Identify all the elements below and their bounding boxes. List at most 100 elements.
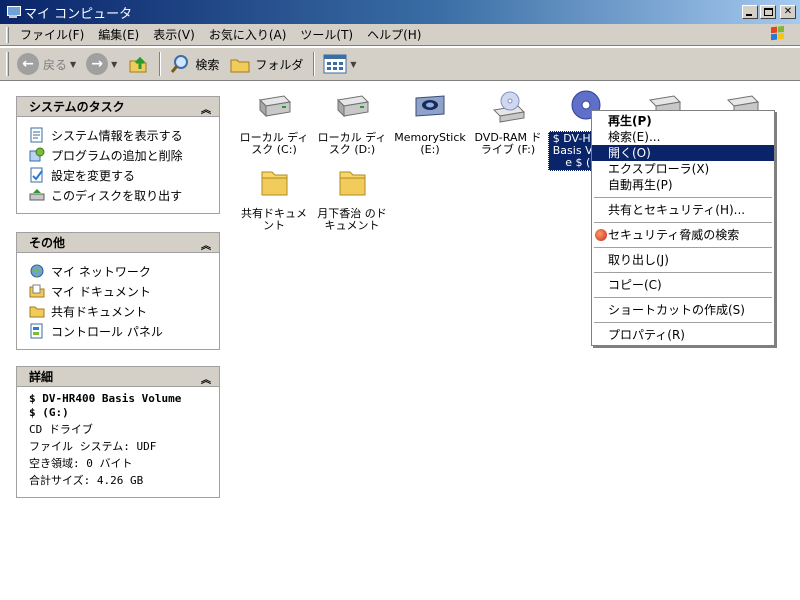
menu-separator bbox=[594, 222, 772, 223]
place-label: マイ ネットワーク bbox=[51, 264, 151, 279]
back-dropdown-icon[interactable]: ▼ bbox=[70, 60, 76, 69]
drive-label: DVD-RAM ドライブ (F:) bbox=[474, 131, 542, 156]
toolbar-grip[interactable] bbox=[6, 52, 9, 76]
add-remove-programs-icon bbox=[29, 147, 45, 162]
close-button[interactable]: ✕ bbox=[780, 5, 796, 19]
maximize-button[interactable] bbox=[760, 5, 776, 19]
menu-separator bbox=[594, 322, 772, 323]
standard-toolbar: ← 戻る ▼ → ▼ 検索 フォルダ ▼ bbox=[0, 47, 800, 81]
device-type: CD ドライブ bbox=[29, 423, 93, 436]
windows-logo-icon bbox=[771, 25, 784, 41]
change-settings-icon bbox=[30, 167, 43, 183]
menu-item-eject[interactable]: 取り出し(J) bbox=[592, 252, 774, 268]
menu-item-play[interactable]: 再生(P) bbox=[592, 113, 774, 129]
back-label: 戻る bbox=[43, 57, 68, 72]
device-name-line2: $ (G:) bbox=[29, 406, 69, 419]
total-size: 合計サイズ: 4.26 GB bbox=[29, 474, 144, 487]
menu-edit[interactable]: 編集(E) bbox=[91, 24, 146, 45]
window-title: マイ コンピュータ bbox=[24, 6, 133, 22]
menu-item-label: セキュリティ脅威の検索 bbox=[608, 228, 740, 242]
toolbar-separator bbox=[159, 52, 162, 76]
task-view-system-info[interactable]: システム情報を表示する bbox=[29, 125, 211, 145]
folder-label: 月下香治 のドキュメント bbox=[317, 207, 387, 232]
place-control-panel[interactable]: コントロール パネル bbox=[29, 321, 211, 341]
folders-icon bbox=[230, 59, 250, 73]
task-add-remove-programs[interactable]: プログラムの追加と削除 bbox=[29, 145, 211, 165]
folders-button[interactable]: フォルダ bbox=[225, 51, 307, 77]
system-info-icon bbox=[30, 127, 43, 143]
folder-icon bbox=[339, 171, 366, 196]
collapse-chevron-icon[interactable]: ︽ bbox=[201, 101, 211, 116]
place-shared-documents[interactable]: 共有ドキュメント bbox=[29, 301, 211, 321]
menu-item-copy[interactable]: コピー(C) bbox=[592, 277, 774, 293]
folders-label: フォルダ bbox=[255, 57, 304, 72]
menubar-grip[interactable] bbox=[6, 26, 9, 43]
place-label: 共有ドキュメント bbox=[51, 304, 148, 319]
drive-label: ローカル ディスク (D:) bbox=[317, 131, 387, 156]
memory-stick-icon bbox=[415, 95, 445, 117]
menu-view[interactable]: 表示(V) bbox=[146, 24, 202, 45]
menu-item-open[interactable]: 開く(O) bbox=[592, 145, 774, 161]
menu-item-explore[interactable]: エクスプローラ(X) bbox=[592, 161, 774, 177]
collapse-chevron-icon[interactable]: ︽ bbox=[201, 237, 211, 252]
maximize-icon bbox=[764, 8, 773, 16]
title-bar[interactable]: マイ コンピュータ ✕ bbox=[0, 0, 800, 24]
details-header[interactable]: 詳細 ︽ bbox=[17, 367, 219, 387]
task-change-settings[interactable]: 設定を変更する bbox=[29, 165, 211, 185]
menu-separator bbox=[594, 297, 772, 298]
hard-disk-icon bbox=[258, 95, 292, 118]
drive-f[interactable]: DVD-RAM ドライブ (F:) bbox=[470, 90, 546, 157]
minimize-button[interactable] bbox=[742, 5, 758, 19]
file-system: ファイル システム: UDF bbox=[29, 440, 157, 453]
menu-item-create-shortcut[interactable]: ショートカットの作成(S) bbox=[592, 302, 774, 318]
folder-shared-documents[interactable]: 共有ドキュメント bbox=[236, 166, 312, 233]
forward-button[interactable]: → ▼ bbox=[82, 51, 121, 77]
search-button[interactable]: 検索 bbox=[165, 51, 223, 77]
dvd-drive-icon bbox=[492, 91, 526, 123]
menu-file[interactable]: ファイル(F) bbox=[13, 24, 91, 45]
menu-help[interactable]: ヘルプ(H) bbox=[360, 24, 428, 45]
menu-item-properties[interactable]: プロパティ(R) bbox=[592, 327, 774, 343]
system-tasks-header[interactable]: システムのタスク ︽ bbox=[17, 97, 219, 117]
context-menu: 再生(P) 検索(E)... 開く(O) エクスプローラ(X) 自動再生(P) … bbox=[591, 110, 775, 346]
panel-title: 詳細 bbox=[29, 370, 54, 384]
place-my-documents[interactable]: マイ ドキュメント bbox=[29, 281, 211, 301]
panel-title: システムのタスク bbox=[29, 100, 125, 114]
task-label: システム情報を表示する bbox=[51, 128, 183, 143]
drive-label: ローカル ディスク (C:) bbox=[239, 131, 309, 156]
folder-user-documents[interactable]: 月下香治 のドキュメント bbox=[314, 166, 390, 233]
drive-c[interactable]: ローカル ディスク (C:) bbox=[236, 90, 312, 157]
menu-favorites[interactable]: お気に入り(A) bbox=[202, 24, 294, 45]
minimize-icon bbox=[746, 14, 752, 16]
control-panel-icon bbox=[30, 323, 43, 339]
other-places-header[interactable]: その他 ︽ bbox=[17, 233, 219, 253]
my-documents-icon bbox=[29, 284, 45, 298]
forward-dropdown-icon[interactable]: ▼ bbox=[111, 60, 117, 69]
menu-item-threat-scan[interactable]: セキュリティ脅威の検索 bbox=[592, 227, 774, 243]
menu-tools[interactable]: ツール(T) bbox=[293, 24, 360, 45]
collapse-chevron-icon[interactable]: ︽ bbox=[201, 371, 211, 386]
menu-item-sharing-security[interactable]: 共有とセキュリティ(H)... bbox=[592, 202, 774, 218]
folder-icon bbox=[261, 171, 288, 196]
drive-label: MemoryStick (E:) bbox=[394, 131, 466, 156]
views-button[interactable]: ▼ bbox=[319, 51, 360, 77]
search-icon bbox=[171, 55, 189, 73]
task-label: プログラムの追加と削除 bbox=[51, 148, 183, 163]
drive-e[interactable]: MemoryStick (E:) bbox=[392, 90, 468, 157]
back-button[interactable]: ← 戻る ▼ bbox=[13, 51, 80, 77]
menu-separator bbox=[594, 272, 772, 273]
views-dropdown-icon[interactable]: ▼ bbox=[350, 60, 356, 69]
menu-item-search[interactable]: 検索(E)... bbox=[592, 129, 774, 145]
menu-item-autoplay[interactable]: 自動再生(P) bbox=[592, 177, 774, 193]
my-computer-icon bbox=[6, 5, 21, 19]
task-label: 設定を変更する bbox=[51, 168, 136, 183]
up-folder-button[interactable] bbox=[123, 51, 153, 77]
menu-bar: ファイル(F) 編集(E) 表示(V) お気に入り(A) ツール(T) ヘルプ(… bbox=[0, 24, 800, 46]
my-network-icon bbox=[30, 264, 44, 278]
panel-title: その他 bbox=[29, 236, 66, 250]
close-icon: ✕ bbox=[783, 6, 793, 17]
folder-label: 共有ドキュメント bbox=[241, 207, 307, 232]
place-my-network[interactable]: マイ ネットワーク bbox=[29, 261, 211, 281]
drive-d[interactable]: ローカル ディスク (D:) bbox=[314, 90, 390, 157]
task-eject-disc[interactable]: このディスクを取り出す bbox=[29, 185, 211, 205]
